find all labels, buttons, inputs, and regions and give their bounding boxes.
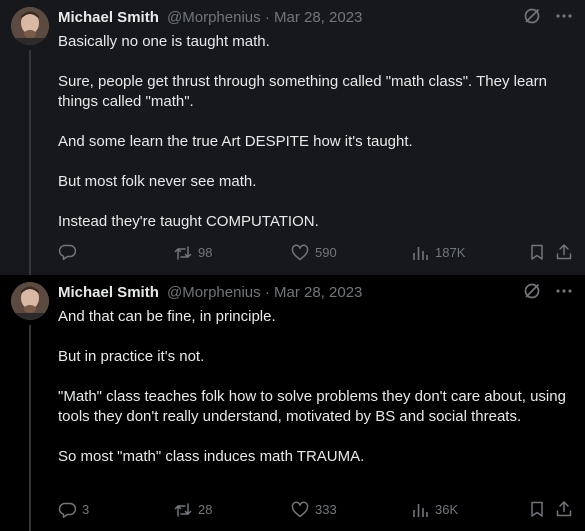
retweet-button[interactable]: 28 — [174, 500, 212, 520]
grok-icon[interactable] — [523, 282, 541, 305]
views-button[interactable]: 187K — [411, 243, 465, 263]
tweet-header: Michael Smith @Morphenius · Mar 28, 2023 — [58, 283, 362, 303]
like-count: 590 — [315, 245, 337, 260]
reply-icon — [58, 243, 76, 261]
reply-button[interactable]: 3 — [58, 500, 89, 520]
tweet-header: Michael Smith @Morphenius · Mar 28, 2023 — [58, 8, 362, 28]
bookmark-icon — [528, 500, 546, 518]
share-icon — [555, 500, 573, 518]
reply-icon — [58, 501, 76, 519]
share-button[interactable] — [555, 500, 573, 518]
author-name[interactable]: Michael Smith — [58, 284, 159, 301]
avatar[interactable] — [11, 7, 49, 45]
bookmark-icon — [528, 243, 546, 261]
grok-icon[interactable] — [523, 7, 541, 30]
separator-dot: · — [264, 284, 270, 301]
views-icon — [411, 244, 429, 262]
views-count: 187K — [435, 245, 466, 260]
like-icon — [291, 501, 309, 519]
retweet-icon — [174, 501, 192, 519]
tweet-date[interactable]: Mar 28, 2023 — [274, 9, 362, 26]
author-name[interactable]: Michael Smith — [58, 9, 159, 26]
tweet-action-bar: 98 590 187K — [58, 243, 573, 263]
like-button[interactable]: 590 — [291, 243, 337, 263]
retweet-count: 98 — [198, 245, 213, 260]
retweet-icon — [174, 244, 192, 262]
avatar[interactable] — [11, 282, 49, 320]
more-icon[interactable] — [555, 282, 573, 305]
bookmark-button[interactable] — [528, 243, 546, 261]
thread-connector-line — [29, 325, 31, 531]
like-button[interactable]: 333 — [291, 500, 337, 520]
retweet-button[interactable]: 98 — [174, 243, 212, 263]
thread-connector-line — [29, 50, 31, 275]
retweet-count: 28 — [198, 502, 213, 517]
more-icon[interactable] — [555, 7, 573, 30]
tweet-top-actions — [523, 282, 573, 305]
tweet-action-bar: 3 28 333 36K — [58, 500, 573, 520]
share-button[interactable] — [555, 243, 573, 261]
views-count: 36K — [435, 502, 459, 517]
author-handle[interactable]: @Morphenius — [167, 9, 261, 26]
like-icon — [291, 244, 309, 262]
bookmark-button[interactable] — [528, 500, 546, 518]
reply-button[interactable] — [58, 243, 82, 261]
author-handle[interactable]: @Morphenius — [167, 284, 261, 301]
separator-dot: · — [264, 9, 270, 26]
tweet[interactable]: Michael Smith @Morphenius · Mar 28, 2023… — [0, 275, 585, 531]
tweet[interactable]: Michael Smith @Morphenius · Mar 28, 2023… — [0, 0, 585, 275]
views-button[interactable]: 36K — [411, 500, 458, 520]
share-icon — [555, 243, 573, 261]
like-count: 333 — [315, 502, 337, 517]
tweet-text: And that can be fine, in principle. But … — [58, 308, 566, 465]
tweet-text: Basically no one is taught math. Sure, p… — [58, 33, 547, 230]
reply-count: 3 — [82, 502, 90, 517]
views-icon — [411, 501, 429, 519]
tweet-date[interactable]: Mar 28, 2023 — [274, 284, 362, 301]
tweet-top-actions — [523, 7, 573, 30]
